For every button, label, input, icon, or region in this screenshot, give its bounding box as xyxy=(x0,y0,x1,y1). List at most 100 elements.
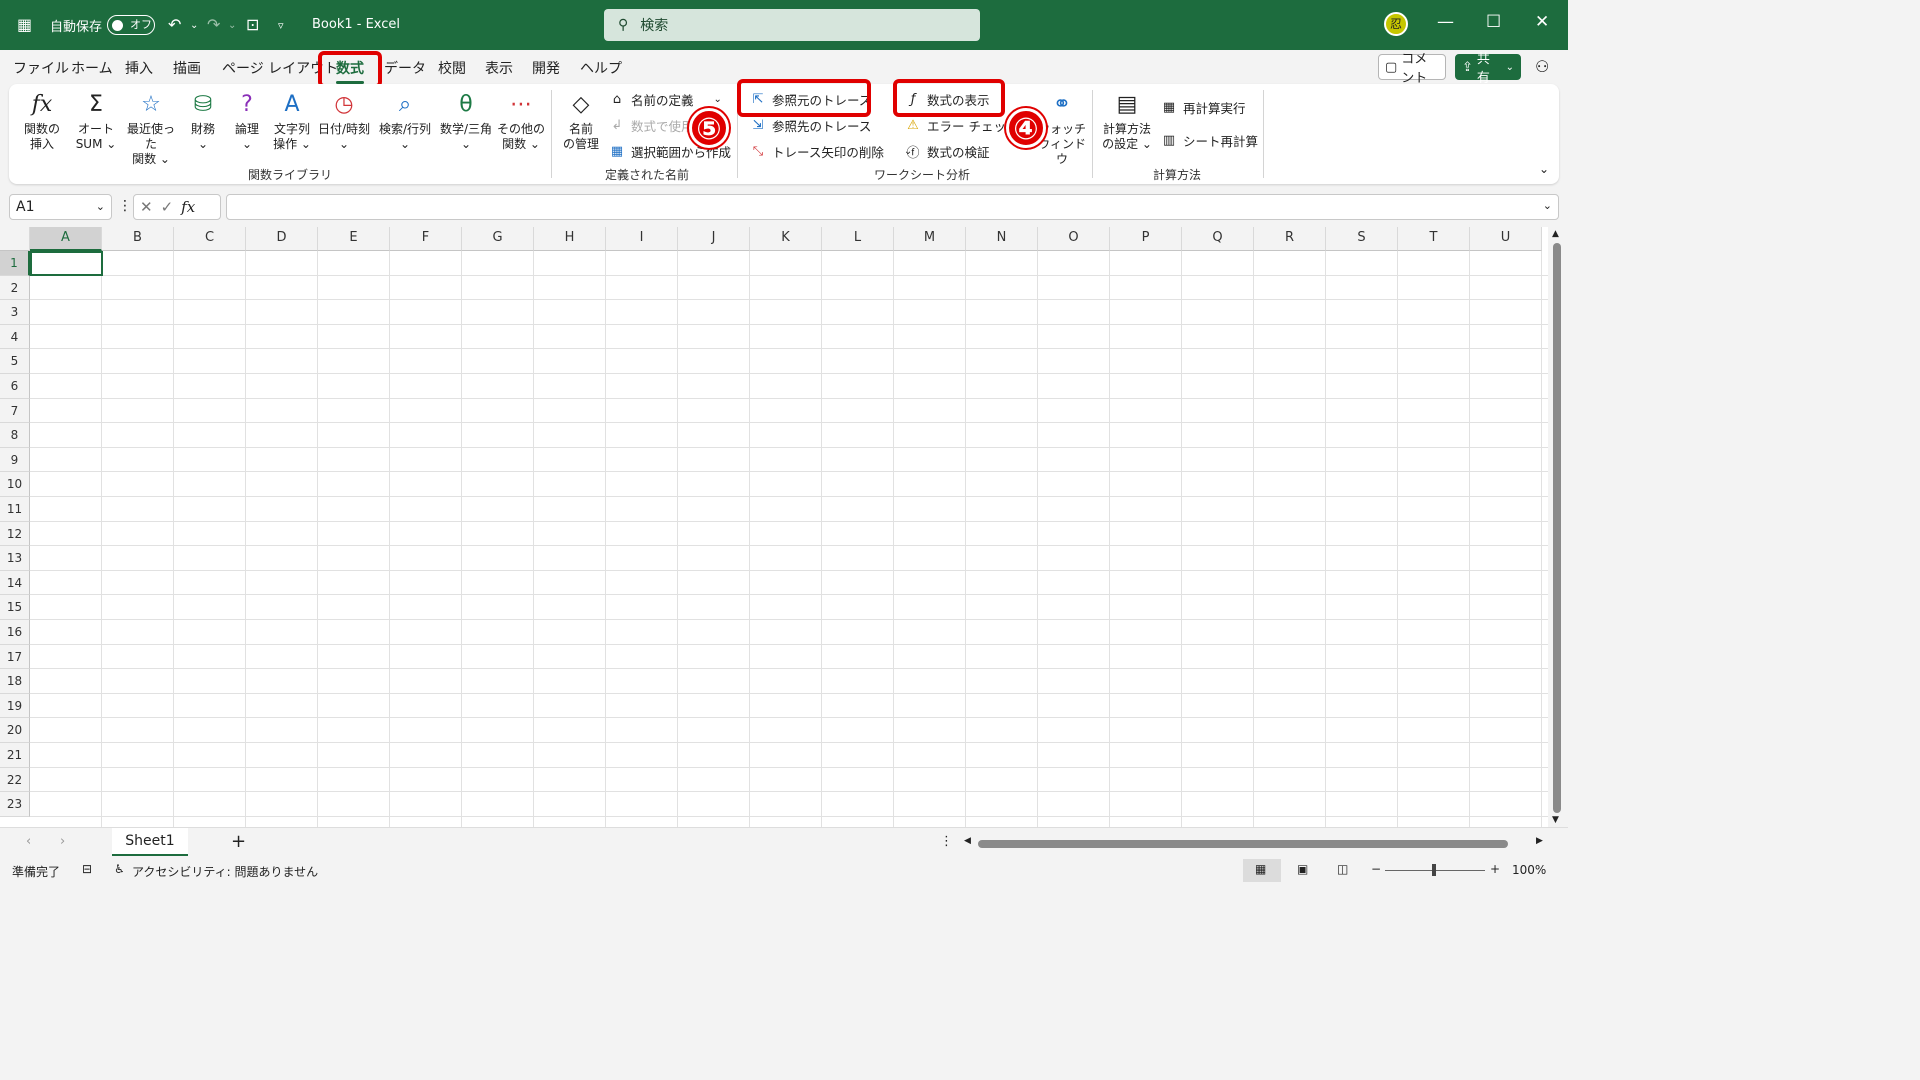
cancel-icon[interactable]: ✕ xyxy=(140,198,153,216)
name-box-dropdown-icon[interactable]: ⌄ xyxy=(96,195,105,219)
lookup-reference-button[interactable]: ⌕ 検索/行列 ⌄ xyxy=(375,90,435,152)
column-header[interactable]: L xyxy=(822,227,894,251)
row-header[interactable]: 7 xyxy=(0,398,30,424)
row-header[interactable]: 23 xyxy=(0,792,30,817)
name-manager-button[interactable]: ◇ 名前 の管理 xyxy=(560,90,602,152)
formula-input[interactable]: ⌄ xyxy=(226,194,1559,220)
redo-dropdown-icon[interactable]: ⌄ xyxy=(228,20,236,31)
row-header[interactable]: 22 xyxy=(0,767,30,793)
trace-dependents-button[interactable]: ⇲ 参照先のトレース xyxy=(750,116,872,135)
row-header[interactable]: 13 xyxy=(0,546,30,571)
column-header[interactable]: B xyxy=(102,227,174,251)
tab-insert[interactable]: 挿入 xyxy=(125,58,153,78)
column-header[interactable]: H xyxy=(534,227,606,251)
evaluate-formula-button[interactable]: ⓕ 数式の検証 xyxy=(905,142,989,161)
enter-icon[interactable]: ✓ xyxy=(161,198,174,216)
page-layout-view-icon[interactable]: ▣ xyxy=(1297,862,1308,876)
row-header[interactable]: 4 xyxy=(0,324,30,350)
column-header[interactable]: N xyxy=(966,227,1038,251)
row-header[interactable]: 21 xyxy=(0,743,30,768)
row-header[interactable]: 2 xyxy=(0,275,30,301)
calculation-options-button[interactable]: ▤ 計算方法 の設定 ⌄ xyxy=(1099,90,1155,152)
normal-view-button[interactable]: ▦ xyxy=(1243,859,1281,882)
row-header[interactable]: 15 xyxy=(0,595,30,620)
row-header[interactable]: 1 xyxy=(0,251,30,276)
tab-home[interactable]: ホーム xyxy=(71,58,113,78)
horizontal-scroll-thumb[interactable] xyxy=(978,840,1508,848)
row-header[interactable]: 17 xyxy=(0,644,30,670)
row-header[interactable]: 20 xyxy=(0,718,30,743)
remove-arrows-button[interactable]: ⤡ トレース矢印の削除 ⌄ xyxy=(750,142,912,161)
insert-function-icon[interactable]: fx xyxy=(181,198,195,216)
define-name-button[interactable]: ⌂ 名前の定義 ⌄ xyxy=(609,90,722,109)
collapse-ribbon-icon[interactable]: ⌄ xyxy=(1539,162,1549,176)
row-header[interactable]: 19 xyxy=(0,693,30,719)
column-header[interactable]: P xyxy=(1110,227,1182,251)
column-header[interactable]: F xyxy=(390,227,462,251)
accessibility-icon[interactable]: ♿ xyxy=(114,862,125,876)
row-header[interactable]: 10 xyxy=(0,472,30,497)
comment-button[interactable]: ▢ コメント xyxy=(1378,52,1446,86)
insert-function-button[interactable]: fx 関数の 挿入 xyxy=(20,90,64,152)
redo-icon[interactable]: ↷ xyxy=(207,15,220,34)
accessibility-status[interactable]: アクセシビリティ: 問題ありません xyxy=(132,863,318,880)
math-trig-button[interactable]: θ 数学/三角 ⌄ xyxy=(437,90,495,152)
undo-icon[interactable]: ↶ xyxy=(168,15,181,34)
row-header[interactable]: 8 xyxy=(0,423,30,448)
tab-review[interactable]: 校閲 xyxy=(438,58,466,78)
close-icon[interactable]: ✕ xyxy=(1535,12,1549,32)
column-header[interactable]: T xyxy=(1398,227,1470,251)
column-header[interactable]: M xyxy=(894,227,966,251)
row-header[interactable]: 9 xyxy=(0,447,30,473)
column-header[interactable]: E xyxy=(318,227,390,251)
select-all-corner[interactable] xyxy=(0,227,30,251)
avatar[interactable]: 忍 xyxy=(1384,12,1408,36)
column-header[interactable]: S xyxy=(1326,227,1398,251)
page-break-view-icon[interactable]: ◫ xyxy=(1337,862,1348,876)
date-time-button[interactable]: ◷ 日付/時刻 ⌄ xyxy=(316,90,372,152)
undo-dropdown-icon[interactable]: ⌄ xyxy=(190,20,198,31)
row-header[interactable]: 12 xyxy=(0,521,30,547)
row-header[interactable]: 3 xyxy=(0,300,30,325)
more-functions-button[interactable]: ⋯ その他の 関数 ⌄ xyxy=(497,90,545,152)
scroll-left-icon[interactable]: ◀ xyxy=(964,836,971,846)
tab-draw[interactable]: 描画 xyxy=(173,58,201,78)
column-header[interactable]: K xyxy=(750,227,822,251)
scroll-up-icon[interactable]: ▲ xyxy=(1552,229,1559,239)
calculate-sheet-button[interactable]: ▥ シート再計算 xyxy=(1161,131,1258,150)
column-header[interactable]: O xyxy=(1038,227,1110,251)
customize-qat-icon[interactable]: ▿ xyxy=(278,19,284,32)
more-options-icon[interactable]: ⋮ xyxy=(118,198,132,214)
vertical-scrollbar[interactable]: ▲ ▼ xyxy=(1548,227,1568,827)
zoom-level[interactable]: 100% xyxy=(1512,863,1546,877)
row-header[interactable]: 14 xyxy=(0,570,30,596)
column-header[interactable]: G xyxy=(462,227,534,251)
use-in-formula-button[interactable]: ↲ 数式で使用 xyxy=(609,116,694,135)
logical-button[interactable]: ? 論理 ⌄ xyxy=(228,90,266,152)
tab-developer[interactable]: 開発 xyxy=(532,58,560,78)
column-header[interactable]: I xyxy=(606,227,678,251)
copilot-icon[interactable]: ⚇ xyxy=(1535,57,1549,76)
scroll-down-icon[interactable]: ▼ xyxy=(1552,815,1559,825)
column-header[interactable]: Q xyxy=(1182,227,1254,251)
row-header[interactable]: 11 xyxy=(0,497,30,522)
row-header[interactable]: 6 xyxy=(0,374,30,399)
zoom-in-icon[interactable]: + xyxy=(1490,862,1500,876)
scroll-right-icon[interactable]: ▶ xyxy=(1536,836,1543,846)
text-button[interactable]: A 文字列 操作 ⌄ xyxy=(270,90,314,152)
row-header[interactable]: 5 xyxy=(0,349,30,374)
minimize-icon[interactable]: — xyxy=(1437,12,1454,32)
financial-button[interactable]: ⛁ 財務 ⌄ xyxy=(184,90,222,152)
column-header[interactable]: C xyxy=(174,227,246,251)
row-header[interactable]: 16 xyxy=(0,620,30,645)
maximize-icon[interactable]: ☐ xyxy=(1486,12,1501,32)
zoom-out-icon[interactable]: − xyxy=(1371,862,1381,876)
error-checking-button[interactable]: ⚠ エラー チェック xyxy=(905,116,1018,135)
column-header[interactable]: J xyxy=(678,227,750,251)
search-box[interactable]: ⚲ 検索 xyxy=(604,9,980,41)
tab-split-handle-icon[interactable]: ⋮ xyxy=(940,834,953,849)
sheet-tab-sheet1[interactable]: Sheet1 xyxy=(112,828,188,856)
calculate-now-button[interactable]: ▦ 再計算実行 xyxy=(1161,98,1246,117)
column-header[interactable]: R xyxy=(1254,227,1326,251)
autosave-toggle[interactable]: オフ xyxy=(107,15,155,35)
